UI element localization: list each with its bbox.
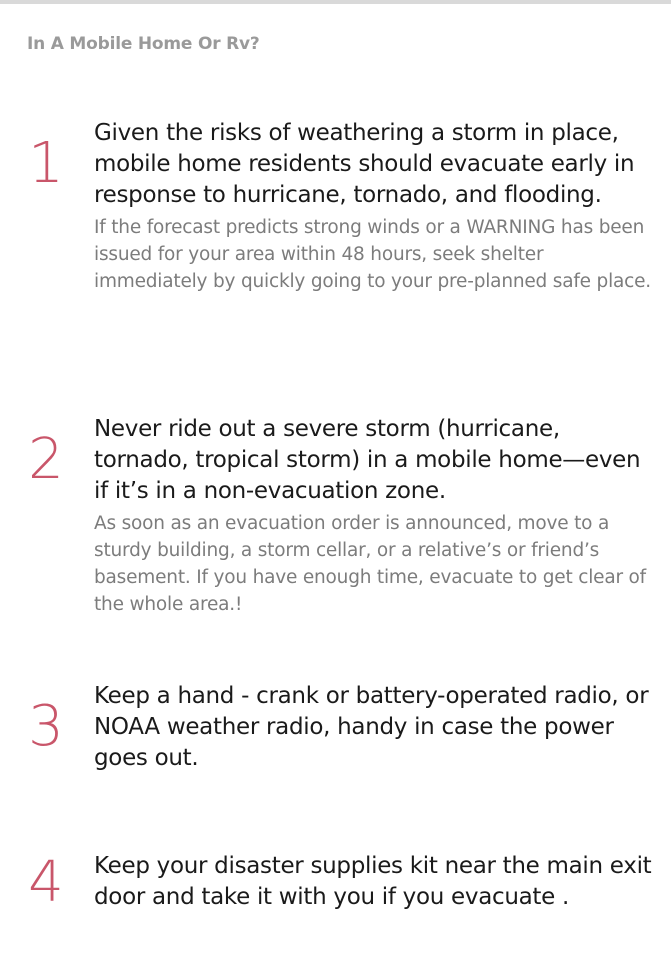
top-divider <box>0 0 671 4</box>
step-heading: Given the risks of weathering a storm in… <box>94 120 635 208</box>
step-text: Keep a hand - crank or battery-operated … <box>94 681 654 774</box>
section-title: In A Mobile Home Or Rv? <box>27 34 260 54</box>
step-number: 2 <box>28 427 64 492</box>
step-detail: If the forecast predicts strong winds or… <box>94 217 651 292</box>
step-heading: Keep a hand - crank or battery-operated … <box>94 683 649 771</box>
step-heading: Never ride out a severe storm (hurricane… <box>94 416 641 504</box>
step-text: Never ride out a severe storm (hurricane… <box>94 414 654 618</box>
step-number: 1 <box>28 131 64 196</box>
step-number: 4 <box>28 850 64 915</box>
step-text: Keep your disaster supplies kit near the… <box>94 851 654 913</box>
step-detail: As soon as an evacuation order is announ… <box>94 513 646 615</box>
step-text: Given the risks of weathering a storm in… <box>94 118 654 295</box>
step-number: 3 <box>28 694 64 759</box>
step-heading: Keep your disaster supplies kit near the… <box>94 853 652 910</box>
